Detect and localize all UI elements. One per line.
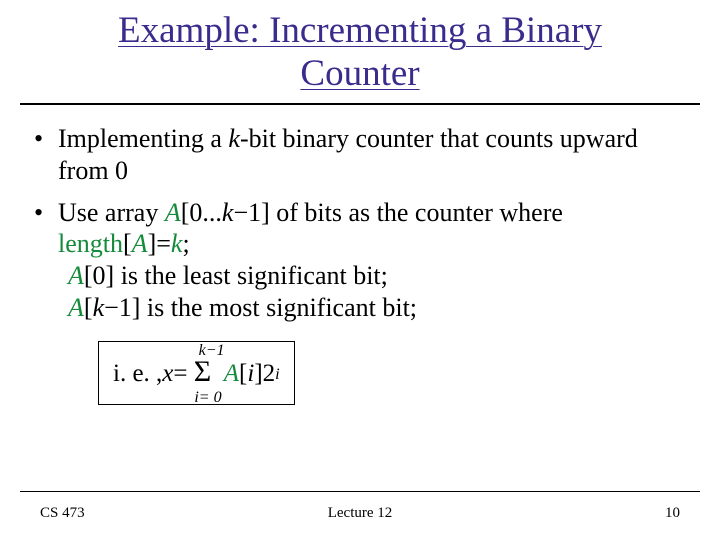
footer-right: 10 [665, 505, 680, 522]
b2-length: length [58, 229, 123, 258]
b2-l3-rest: −1] is the most significant bit; [104, 293, 417, 322]
b2-k2: k [171, 229, 183, 258]
bullet-1: Implementing a k-bit binary counter that… [28, 123, 692, 186]
b2-br0: [0... [181, 198, 222, 227]
b2-line3: A[k−1] is the most significant bit; [58, 292, 692, 324]
b2-k: k [222, 198, 234, 227]
formula-box: i. e. , x = k−1 Σ i= 0 A[i]2i [98, 341, 295, 405]
b1-k: k [228, 124, 240, 153]
formula-A: A [224, 359, 239, 390]
formula-eq: = [173, 359, 187, 390]
b1-text-pre: Implementing a [58, 124, 228, 153]
sigma-lower: i= 0 [194, 388, 221, 408]
title-line-1: Example: Incrementing a Binary [118, 10, 602, 51]
b2-semi: ; [182, 229, 189, 258]
b2-l3-k: k [93, 293, 105, 322]
b2-l3-br: [ [84, 293, 93, 322]
title-line-2: Counter [300, 53, 419, 94]
bullet-list: Implementing a k-bit binary counter that… [28, 123, 692, 323]
formula-sup-i: i [275, 365, 280, 385]
b2-l2-rest: [0] is the least significant bit; [84, 261, 388, 290]
formula-br-close-2: ]2 [254, 359, 275, 390]
formula-br-open: [ [239, 359, 247, 390]
b2-A2: A [132, 229, 148, 258]
footer-center: Lecture 12 [328, 505, 393, 522]
footer-rule [20, 491, 700, 492]
b2-A: A [165, 198, 181, 227]
b2-l3-A: A [68, 293, 84, 322]
formula-x: x [162, 359, 173, 390]
slide: Example: Incrementing a Binary Counter I… [0, 0, 720, 540]
b2-clA: ]= [148, 229, 171, 258]
b2-line2: A[0] is the least significant bit; [58, 260, 692, 292]
b2-pre: Use array [58, 198, 165, 227]
slide-body: Implementing a k-bit binary counter that… [0, 123, 720, 405]
b2-m1: −1] of bits as the counter where [233, 198, 562, 227]
footer: CS 473 Lecture 12 10 [0, 505, 720, 522]
formula: i. e. , x = k−1 Σ i= 0 A[i]2i [113, 348, 280, 400]
sigma-symbol: Σ [190, 357, 216, 387]
sigma-bot-rest: = 0 [199, 389, 222, 406]
slide-title: Example: Incrementing a Binary Counter [0, 0, 720, 101]
bullet-2: Use array A[0...k−1] of bits as the coun… [28, 197, 692, 324]
b2-brA: [ [123, 229, 132, 258]
title-rule [20, 103, 700, 105]
formula-i: i [247, 359, 254, 390]
formula-ie: i. e. , [113, 359, 162, 390]
footer-left: CS 473 [40, 505, 85, 522]
b2-l2-A: A [68, 261, 84, 290]
sigma-icon: k−1 Σ i= 0 [190, 349, 216, 399]
